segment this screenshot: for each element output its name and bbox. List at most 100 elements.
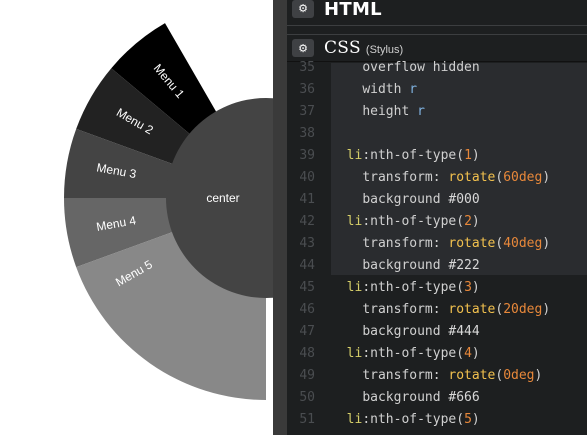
css-editor-title: CSS (324, 38, 361, 58)
code-token: #000 (448, 192, 480, 207)
code-token: transform: (362, 368, 449, 383)
css-code-editor[interactable]: 35 overflow hidden 36 width r 37 height r3… (287, 60, 587, 435)
html-settings-button[interactable]: ⚙ (292, 0, 314, 18)
code-token: :nth-of-type( (362, 214, 465, 229)
code-token: li (346, 346, 363, 361)
code-line: 49 transform: rotate(0deg) (287, 365, 587, 387)
code-line: 48 li:nth-of-type(4) (287, 343, 587, 365)
code-token: ) (534, 368, 543, 383)
code-token: rotate (448, 236, 496, 251)
code-line: 46 transform: rotate(20deg) (287, 299, 587, 321)
code-token: 3 (464, 280, 472, 295)
code-token: #444 (448, 324, 480, 339)
code-text: transform: rotate(20deg) (331, 302, 550, 317)
line-number: 40 (299, 170, 315, 185)
code-line: 41 background #000 (287, 189, 587, 211)
code-text: background #000 (331, 192, 480, 207)
code-line: 44 background #222 (287, 255, 587, 277)
code-token: #666 (448, 390, 480, 405)
radial-menu: Menu 1Menu 2Menu 3Menu 4Menu 5 center (64, 23, 273, 400)
code-token: transform: (362, 302, 449, 317)
code-token: ) (471, 346, 480, 361)
code-token: :nth-of-type( (362, 148, 465, 163)
line-number: 46 (299, 302, 315, 317)
code-line: 50 background #666 (287, 387, 587, 409)
code-token: ) (542, 170, 551, 185)
code-token: ) (471, 214, 480, 229)
radial-menu-center-label: center (206, 191, 239, 205)
line-number: 44 (299, 258, 315, 273)
line-number: 51 (299, 412, 315, 427)
code-line: 37 height r (287, 101, 587, 123)
code-token: rotate (448, 302, 496, 317)
line-number: 39 (299, 148, 315, 163)
code-token: #222 (448, 258, 480, 273)
line-number: 36 (299, 82, 315, 97)
gear-icon: ⚙ (298, 2, 308, 15)
code-text: li:nth-of-type(2) (331, 214, 480, 229)
code-line: 38 (287, 123, 587, 145)
code-text: li:nth-of-type(4) (331, 346, 480, 361)
code-token: ) (471, 412, 480, 427)
line-number: 35 (299, 60, 315, 75)
code-text: li:nth-of-type(1) (331, 148, 480, 163)
code-token: ) (542, 302, 551, 317)
css-settings-button[interactable]: ⚙ (292, 39, 314, 57)
code-token: 60deg (503, 170, 543, 185)
code-text: li:nth-of-type(5) (331, 412, 480, 427)
code-text: background #222 (331, 258, 480, 273)
code-line: 35 overflow hidden (287, 57, 587, 79)
code-token: r (417, 104, 425, 119)
code-token: height (362, 104, 418, 119)
code-token: ) (471, 280, 480, 295)
code-text: transform: rotate(40deg) (331, 236, 550, 251)
line-number: 42 (299, 214, 315, 229)
code-text: background #666 (331, 390, 480, 405)
code-text: li:nth-of-type(3) (331, 280, 480, 295)
html-editor-header: ⚙ HTML (287, 0, 587, 26)
code-line: 51 li:nth-of-type(5) (287, 409, 587, 431)
result-preview-pane: Menu 1 Menu 2 Menu 3 Menu 4 Menu 5 center (0, 0, 273, 435)
code-token: 1 (464, 148, 472, 163)
code-token: 20deg (503, 302, 543, 317)
line-number: 45 (299, 280, 315, 295)
line-number: 38 (299, 126, 315, 141)
pane-resize-handle[interactable] (273, 0, 287, 435)
line-number: 43 (299, 236, 315, 251)
code-token: background (362, 258, 449, 273)
line-number: 41 (299, 192, 315, 207)
code-token: 5 (464, 412, 472, 427)
code-token: ) (471, 148, 480, 163)
code-token: transform: (362, 236, 449, 251)
code-token: :nth-of-type( (362, 346, 465, 361)
code-line: 45 li:nth-of-type(3) (287, 277, 587, 299)
code-token: li (346, 148, 363, 163)
code-lines: 35 overflow hidden 36 width r 37 height r3… (287, 57, 587, 431)
code-token: rotate (448, 170, 496, 185)
code-text: height r (331, 104, 425, 119)
css-preprocessor-label: (Stylus) (365, 43, 404, 56)
code-token: background (362, 324, 449, 339)
code-token: r (409, 82, 418, 97)
code-token: background (362, 390, 449, 405)
code-token: width (362, 82, 410, 97)
code-line: 43 transform: rotate(40deg) (287, 233, 587, 255)
code-text: width r (331, 82, 417, 97)
code-token: rotate (448, 368, 496, 383)
code-token: li (346, 412, 363, 427)
code-token: 4 (464, 346, 472, 361)
code-line: 42 li:nth-of-type(2) (287, 211, 587, 233)
gear-icon: ⚙ (298, 41, 308, 55)
line-number: 49 (299, 368, 315, 383)
line-number: 50 (299, 390, 315, 405)
code-text: transform: rotate(0deg) (331, 368, 542, 383)
code-token: :nth-of-type( (362, 412, 465, 427)
code-text: background #444 (331, 324, 480, 339)
code-token: overflow hidden (362, 60, 480, 75)
code-text: transform: rotate(60deg) (331, 170, 550, 185)
code-token: transform: (362, 170, 449, 185)
code-token: :nth-of-type( (362, 280, 465, 295)
code-token: background (362, 192, 449, 207)
code-line: 47 background #444 (287, 321, 587, 343)
line-number: 48 (299, 346, 315, 361)
